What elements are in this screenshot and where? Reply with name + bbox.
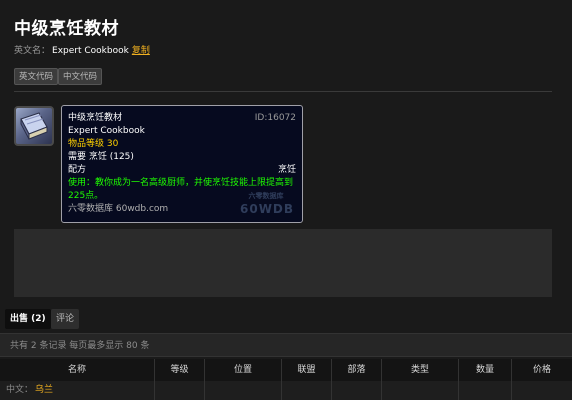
column-header-alliance[interactable]: 联盟 <box>282 359 332 381</box>
subtitle: 英文名： Expert Cookbook 复制 <box>14 43 150 56</box>
item-tooltip: 中级烹饪教材 ID:16072 Expert Cookbook 物品等级 30 … <box>61 105 303 223</box>
column-header-name[interactable]: 名称 <box>0 359 155 381</box>
content-panel <box>14 229 552 297</box>
tab-sale[interactable]: 出售 (2) <box>5 309 51 329</box>
divider <box>14 91 552 92</box>
tooltip-item-id: ID:16072 <box>254 113 296 123</box>
tooltip-english-name: Expert Cookbook <box>68 126 145 136</box>
cell-price <box>512 381 572 400</box>
english-code-button[interactable]: 英文代码 <box>14 68 59 85</box>
cell-name: 中文： 乌兰 <box>0 381 155 400</box>
tooltip-requirement: 需要 烹饪 (125) <box>68 152 134 162</box>
column-header-level[interactable]: 等级 <box>155 359 205 381</box>
record-summary: 共有 2 条记录 每页最多显示 80 条 <box>0 333 572 357</box>
npc-name-link[interactable]: 乌兰 <box>35 385 53 395</box>
chinese-code-button[interactable]: 中文代码 <box>58 68 103 85</box>
column-header-price[interactable]: 价格 <box>512 359 572 381</box>
watermark-logo: 六零数据库 60WDB <box>240 190 295 216</box>
subtitle-label: 英文名： <box>14 46 51 56</box>
column-header-type[interactable]: 类型 <box>382 359 459 381</box>
column-header-quantity[interactable]: 数量 <box>459 359 512 381</box>
column-header-horde[interactable]: 部落 <box>332 359 382 381</box>
copy-link[interactable]: 复制 <box>132 46 150 56</box>
column-header-location[interactable]: 位置 <box>205 359 282 381</box>
tooltip-item-level: 物品等级 30 <box>68 139 119 149</box>
cell-type <box>382 381 459 400</box>
cell-quantity <box>459 381 512 400</box>
table-row[interactable]: 中文： 乌兰 <box>0 381 572 400</box>
cell-horde <box>332 381 382 400</box>
watermark-en: 60WDB <box>240 202 295 216</box>
page-title: 中级烹饪教材 <box>14 19 119 39</box>
cell-location <box>205 381 282 400</box>
tab-comment[interactable]: 评论 <box>51 309 80 329</box>
name-label: 中文： <box>6 385 34 395</box>
cell-level <box>155 381 205 400</box>
tooltip-type-left: 配方 <box>68 165 87 175</box>
table-header: 名称 等级 位置 联盟 部落 类型 数量 价格 <box>0 359 572 382</box>
book-icon[interactable] <box>14 106 54 146</box>
cell-alliance <box>282 381 332 400</box>
english-name: Expert Cookbook <box>52 46 129 56</box>
tooltip-type-right: 烹饪 <box>277 165 296 175</box>
